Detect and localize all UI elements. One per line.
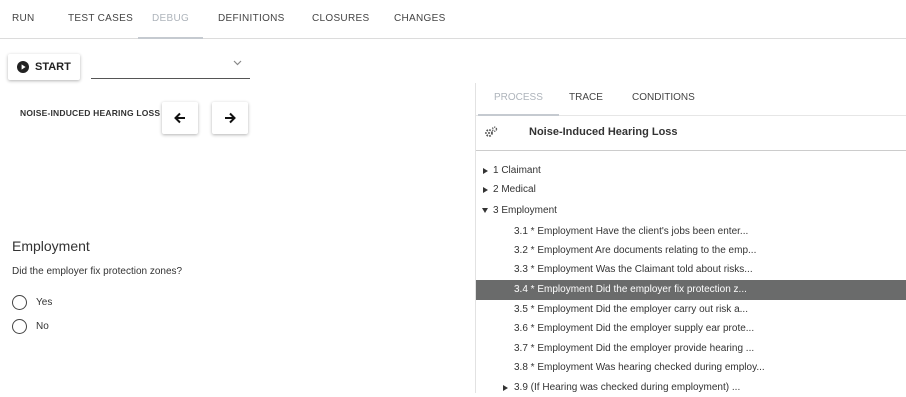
tree-item-hearing-checked[interactable]: 3.9 (If Hearing was checked during emplo… xyxy=(476,378,906,397)
process-title: Noise-Induced Hearing Loss xyxy=(529,126,678,138)
tree-item-label: 3.2 * Employment Are documents relating … xyxy=(514,245,757,256)
tree-item[interactable]: 3.6 * Employment Did the employer supply… xyxy=(476,319,906,338)
process-header: Noise-Induced Hearing Loss xyxy=(476,116,906,151)
question-text: Did the employer fix protection zones? xyxy=(12,266,183,277)
tree-item[interactable]: 3.1 * Employment Have the client's jobs … xyxy=(476,222,906,241)
start-button-label: START xyxy=(35,61,71,73)
tree-item-medical[interactable]: 2 Medical xyxy=(476,180,906,199)
radio-circle[interactable] xyxy=(12,295,27,310)
tree-item-label: 3.7 * Employment Did the employer provid… xyxy=(514,343,755,354)
radio-no-label: No xyxy=(36,321,49,332)
tree-item-selected[interactable]: 3.4 * Employment Did the employer fix pr… xyxy=(476,280,906,300)
radio-circle[interactable] xyxy=(12,319,27,334)
tree-item[interactable]: 3.5 * Employment Did the employer carry … xyxy=(476,300,906,319)
tree-item-label: 1 Claimant xyxy=(493,165,541,176)
caret-right-icon[interactable] xyxy=(503,385,508,391)
section-heading: Employment xyxy=(12,238,90,254)
tab-conditions[interactable]: CONDITIONS xyxy=(632,92,695,103)
tab-run[interactable]: RUN xyxy=(12,0,35,38)
tree-item-label: 3.4 * Employment Did the employer fix pr… xyxy=(514,284,747,295)
run-select[interactable] xyxy=(91,50,250,79)
tree-item[interactable]: 3.7 * Employment Did the employer provid… xyxy=(476,339,906,358)
play-circle-icon xyxy=(17,61,29,73)
tree-item-label: 3 Employment xyxy=(493,205,557,216)
tab-debug[interactable]: DEBUG xyxy=(137,0,204,39)
caret-down-icon[interactable] xyxy=(482,208,488,213)
tree-item-label: 3.9 (If Hearing was checked during emplo… xyxy=(514,382,741,393)
tab-definitions[interactable]: DEFINITIONS xyxy=(218,0,285,38)
tab-closures[interactable]: CLOSURES xyxy=(312,0,369,38)
next-button[interactable] xyxy=(212,102,248,134)
right-panel-tab-bar: PROCESS TRACE CONDITIONS xyxy=(476,83,906,116)
tree-item-employment[interactable]: 3 Employment xyxy=(476,201,906,220)
tree-item-label: 3.6 * Employment Did the employer supply… xyxy=(514,323,755,334)
radio-yes-label: Yes xyxy=(36,297,53,308)
tree-item-label: 3.3 * Employment Was the Claimant told a… xyxy=(514,264,753,275)
tab-changes[interactable]: CHANGES xyxy=(394,0,446,38)
previous-button[interactable] xyxy=(162,102,198,134)
chevron-down-icon xyxy=(233,60,242,66)
tree-item-claimant[interactable]: 1 Claimant xyxy=(476,161,906,180)
tree-item-label: 3.5 * Employment Did the employer carry … xyxy=(514,304,748,315)
tree-item[interactable]: 3.3 * Employment Was the Claimant told a… xyxy=(476,260,906,279)
tree-item-label: 3.8 * Employment Was hearing checked dur… xyxy=(514,362,765,373)
tree-item[interactable]: 3.2 * Employment Are documents relating … xyxy=(476,241,906,260)
top-tab-bar: RUN TEST CASES DEBUG DEFINITIONS CLOSURE… xyxy=(0,0,906,39)
tree-item-label: 2 Medical xyxy=(493,184,536,195)
tree-item-label: 3.1 * Employment Have the client's jobs … xyxy=(514,226,749,237)
gears-icon xyxy=(485,126,498,137)
caret-right-icon[interactable] xyxy=(483,187,488,193)
tab-process[interactable]: PROCESS xyxy=(478,92,559,116)
start-button[interactable]: START xyxy=(8,54,80,80)
arrow-left-icon xyxy=(174,112,185,124)
caret-right-icon[interactable] xyxy=(483,168,488,174)
topic-title: NOISE-INDUCED HEARING LOSS xyxy=(20,108,161,118)
arrow-right-icon xyxy=(225,112,236,124)
tab-trace[interactable]: TRACE xyxy=(569,92,603,103)
tree-item[interactable]: 3.8 * Employment Was hearing checked dur… xyxy=(476,358,906,377)
tab-test-cases[interactable]: TEST CASES xyxy=(68,0,133,38)
